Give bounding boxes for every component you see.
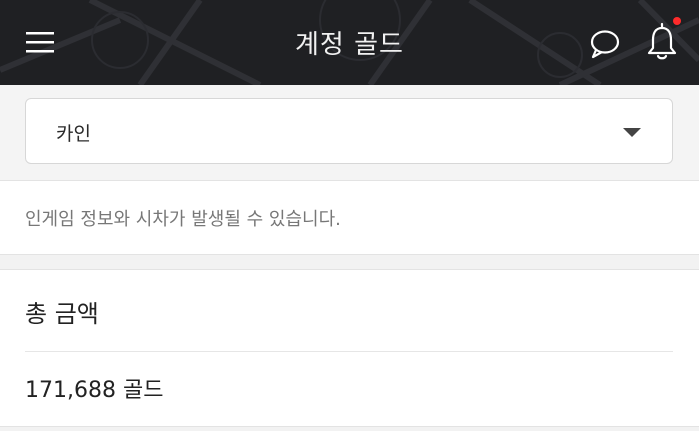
total-amount-label: 총 금액: [25, 299, 99, 328]
notice-banner: 인게임 정보와 시차가 발생될 수 있습니다.: [0, 180, 699, 255]
character-selector-area: 카인: [0, 85, 699, 180]
total-amount-value: 171,688 골드: [25, 378, 164, 403]
section-spacer: [0, 255, 699, 269]
notice-text: 인게임 정보와 시차가 발생될 수 있습니다.: [25, 209, 341, 230]
character-select-dropdown[interactable]: 카인: [25, 98, 673, 164]
bell-icon[interactable]: [646, 22, 682, 62]
chevron-down-icon: [623, 128, 641, 137]
total-amount-card: 총 금액 171,688 골드: [0, 269, 699, 427]
selected-character: 카인: [56, 122, 91, 145]
chat-bubble-icon[interactable]: [589, 29, 621, 59]
app-header: 계정 골드: [0, 0, 699, 85]
notification-dot: [673, 17, 681, 25]
